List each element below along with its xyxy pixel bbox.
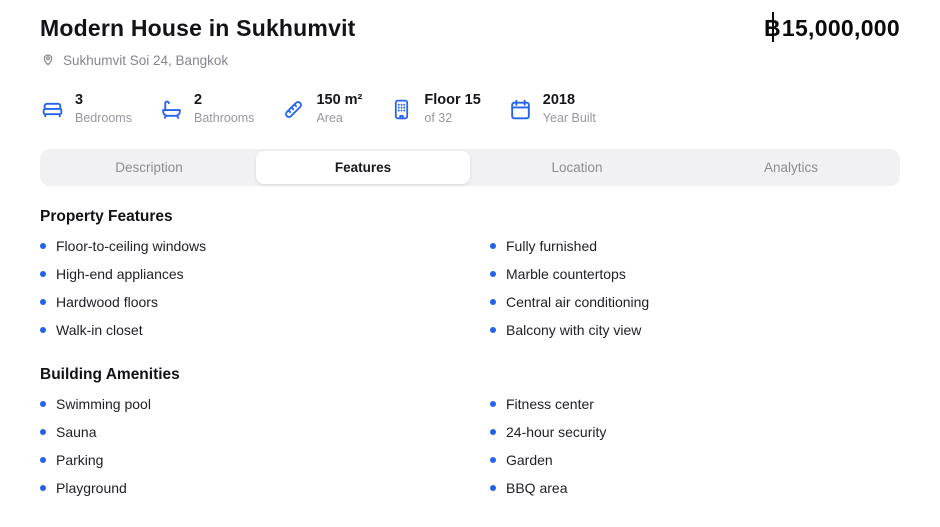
feature-text: Hardwood floors	[56, 294, 158, 310]
amenity-text: Sauna	[56, 424, 96, 440]
price-amount: 15,000,000	[782, 15, 900, 41]
tab-bar: Description Features Location Analytics	[40, 149, 900, 186]
listing-header: Modern House in Sukhumvit 15,000,000	[40, 14, 900, 42]
amenity-item: 24-hour security	[490, 418, 900, 446]
feature-item: Fully furnished	[490, 232, 900, 260]
bullet-dot	[40, 299, 46, 305]
stats-row: 3 Bedrooms 2 Bathrooms	[40, 92, 900, 126]
ruler-icon	[281, 97, 306, 122]
feature-text: Walk-in closet	[56, 322, 143, 338]
calendar-icon	[508, 97, 533, 122]
stat-label: Area	[316, 111, 362, 126]
bullet-dot	[40, 429, 46, 435]
bullet-dot	[490, 243, 496, 249]
stat-bathrooms: 2 Bathrooms	[159, 92, 254, 126]
section-building-amenities: Building Amenities Swimming pool Sauna P…	[40, 365, 900, 502]
feature-item: Balcony with city view	[490, 316, 900, 344]
bullet-dot	[40, 243, 46, 249]
bed-icon	[40, 97, 65, 122]
feature-text: Central air conditioning	[506, 294, 649, 310]
stat-label: Bedrooms	[75, 111, 132, 126]
bullet-dot	[490, 271, 496, 277]
bullet-dot	[490, 429, 496, 435]
feature-column-left: Floor-to-ceiling windows High-end applia…	[40, 232, 490, 344]
feature-item: High-end appliances	[40, 260, 490, 288]
feature-item: Marble countertops	[490, 260, 900, 288]
bullet-dot	[490, 299, 496, 305]
location-text: Sukhumvit Soi 24, Bangkok	[63, 53, 228, 68]
page-title: Modern House in Sukhumvit	[40, 14, 356, 42]
amenity-text: Garden	[506, 452, 553, 468]
stat-label: of 32	[424, 111, 480, 126]
bullet-dot	[490, 327, 496, 333]
amenity-item: Swimming pool	[40, 390, 490, 418]
amenity-text: Parking	[56, 452, 103, 468]
feature-text: Floor-to-ceiling windows	[56, 238, 206, 254]
feature-grid: Floor-to-ceiling windows High-end applia…	[40, 232, 900, 344]
bullet-dot	[490, 401, 496, 407]
tab-description[interactable]: Description	[42, 151, 256, 184]
section-heading-property-features: Property Features	[40, 207, 900, 226]
amenity-item: Playground	[40, 474, 490, 502]
amenity-column-right: Fitness center 24-hour security Garden B…	[490, 390, 900, 502]
stat-value: 150 m²	[316, 92, 362, 109]
property-listing-page: Modern House in Sukhumvit 15,000,000 Suk…	[0, 0, 940, 502]
feature-item: Walk-in closet	[40, 316, 490, 344]
bullet-dot	[40, 485, 46, 491]
bullet-dot	[40, 271, 46, 277]
amenity-text: 24-hour security	[506, 424, 606, 440]
amenity-item: Sauna	[40, 418, 490, 446]
amenity-item: Fitness center	[490, 390, 900, 418]
bullet-dot	[40, 457, 46, 463]
feature-item: Central air conditioning	[490, 288, 900, 316]
feature-text: High-end appliances	[56, 266, 184, 282]
stat-value: 3	[75, 92, 132, 109]
tab-location[interactable]: Location	[470, 151, 684, 184]
bullet-dot	[40, 327, 46, 333]
tab-features[interactable]: Features	[256, 151, 470, 184]
stat-floor: Floor 15 of 32	[389, 92, 480, 126]
building-icon	[389, 97, 414, 122]
feature-item: Hardwood floors	[40, 288, 490, 316]
stat-value: 2018	[543, 92, 596, 109]
amenity-text: BBQ area	[506, 480, 567, 496]
bath-icon	[159, 97, 184, 122]
amenity-item: Garden	[490, 446, 900, 474]
tab-analytics[interactable]: Analytics	[684, 151, 898, 184]
amenity-grid: Swimming pool Sauna Parking Playground F…	[40, 390, 900, 502]
feature-text: Fully furnished	[506, 238, 597, 254]
feature-item: Floor-to-ceiling windows	[40, 232, 490, 260]
bullet-dot	[490, 485, 496, 491]
stat-area: 150 m² Area	[281, 92, 362, 126]
amenity-text: Fitness center	[506, 396, 594, 412]
stat-value: Floor 15	[424, 92, 480, 109]
feature-text: Marble countertops	[506, 266, 626, 282]
location-pin-icon	[40, 51, 56, 70]
property-price: 15,000,000	[764, 14, 900, 42]
stat-bedrooms: 3 Bedrooms	[40, 92, 132, 126]
amenity-text: Swimming pool	[56, 396, 151, 412]
amenity-column-left: Swimming pool Sauna Parking Playground	[40, 390, 490, 502]
amenity-text: Playground	[56, 480, 127, 496]
amenity-item: BBQ area	[490, 474, 900, 502]
stat-label: Bathrooms	[194, 111, 254, 126]
thai-baht-symbol	[764, 14, 781, 42]
section-property-features: Property Features Floor-to-ceiling windo…	[40, 207, 900, 344]
section-heading-building-amenities: Building Amenities	[40, 365, 900, 384]
property-location: Sukhumvit Soi 24, Bangkok	[40, 51, 900, 70]
stat-year-built: 2018 Year Built	[508, 92, 596, 126]
feature-column-right: Fully furnished Marble countertops Centr…	[490, 232, 900, 344]
stat-value: 2	[194, 92, 254, 109]
bullet-dot	[490, 457, 496, 463]
bullet-dot	[40, 401, 46, 407]
stat-label: Year Built	[543, 111, 596, 126]
feature-text: Balcony with city view	[506, 322, 641, 338]
amenity-item: Parking	[40, 446, 490, 474]
